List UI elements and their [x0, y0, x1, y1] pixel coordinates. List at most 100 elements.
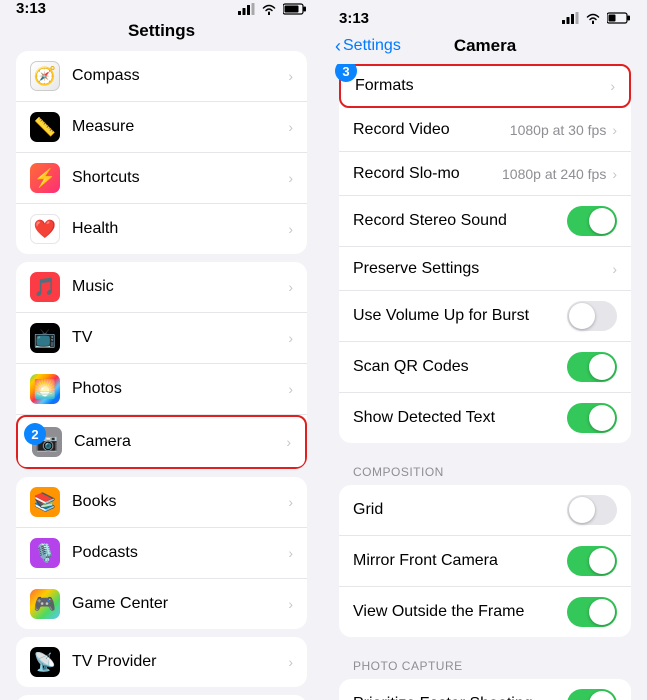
toggle-knob-record-stereo: [589, 208, 615, 234]
toggle-record-stereo[interactable]: [567, 206, 617, 236]
toggle-view-outside[interactable]: [567, 597, 617, 627]
left-item-appstore[interactable]: 🛍️Apple Store›: [16, 695, 307, 700]
toggle-prioritize[interactable]: [567, 689, 617, 700]
compass-label: Compass: [72, 67, 288, 85]
right-label-preserve: Preserve Settings: [353, 260, 612, 278]
toggle-grid[interactable]: [567, 495, 617, 525]
right-label-grid: Grid: [353, 501, 567, 519]
right-item-scan-qr[interactable]: Scan QR Codes: [339, 342, 631, 393]
right-item-prioritize[interactable]: Prioritize Faster Shooting: [339, 679, 631, 700]
podcasts-label: Podcasts: [72, 544, 288, 562]
right-label-prioritize: Prioritize Faster Shooting: [353, 695, 567, 700]
tvprovider-icon: 📡: [30, 647, 60, 677]
left-status-icons: [238, 3, 307, 15]
right-group-0: 3Formats›Record Video1080p at 30 fps›Rec…: [339, 64, 631, 443]
podcasts-chevron-icon: ›: [288, 545, 293, 561]
right-item-record-video[interactable]: Record Video1080p at 30 fps›: [339, 108, 631, 152]
left-item-camera[interactable]: 2📷Camera›: [16, 415, 307, 469]
tvprovider-label: TV Provider: [72, 653, 288, 671]
signal-icon: [238, 3, 255, 15]
right-item-record-slomo[interactable]: Record Slo-mo1080p at 240 fps›: [339, 152, 631, 196]
back-label: Settings: [343, 37, 401, 55]
right-label-volume-burst: Use Volume Up for Burst: [353, 307, 567, 325]
photos-icon: 🌅: [30, 374, 60, 404]
toggle-scan-qr[interactable]: [567, 352, 617, 382]
chevron-preserve-icon: ›: [612, 261, 617, 277]
music-label: Music: [72, 278, 288, 296]
chevron-record-slomo-icon: ›: [612, 166, 617, 182]
toggle-volume-burst[interactable]: [567, 301, 617, 331]
battery-icon-r: [607, 12, 631, 24]
right-nav-title: Camera: [454, 36, 516, 56]
right-panel: 3:13 ‹ Settings Camera: [323, 0, 647, 700]
left-item-shortcuts[interactable]: ⚡ Shortcuts›: [16, 153, 307, 204]
left-item-compass[interactable]: 🧭Compass›: [16, 51, 307, 102]
toggle-knob-volume-burst: [569, 303, 595, 329]
nav-bar: ‹ Settings Camera: [323, 36, 647, 64]
books-icon: 📚: [30, 487, 60, 517]
left-group-2: 📚Books›🎙️Podcasts›🎮Game Center›: [16, 477, 307, 629]
left-groups: 🧭Compass›📏Measure›⚡Shortcuts›❤️Health›🎵M…: [0, 51, 323, 700]
left-status-bar: 3:13: [0, 0, 323, 17]
right-item-view-outside[interactable]: View Outside the Frame: [339, 587, 631, 637]
badge-camera: 2: [24, 423, 46, 445]
right-group-1: Grid Mirror Front Camera View Outside the …: [339, 485, 631, 637]
health-icon: ❤️: [30, 214, 60, 244]
left-time: 3:13: [16, 0, 46, 17]
left-item-gamecenter[interactable]: 🎮Game Center›: [16, 579, 307, 629]
left-item-tv[interactable]: 📺TV›: [16, 313, 307, 364]
chevron-record-video-icon: ›: [612, 122, 617, 138]
health-chevron-icon: ›: [288, 221, 293, 237]
health-label: Health: [72, 220, 288, 238]
toggle-mirror-front[interactable]: [567, 546, 617, 576]
toggle-knob-prioritize: [589, 691, 615, 700]
right-item-show-text[interactable]: Show Detected Text: [339, 393, 631, 443]
value-record-slomo: 1080p at 240 fps: [502, 166, 606, 182]
toggle-show-text[interactable]: [567, 403, 617, 433]
left-item-books[interactable]: 📚Books›: [16, 477, 307, 528]
wifi-icon-r: [585, 12, 601, 24]
right-item-grid[interactable]: Grid: [339, 485, 631, 536]
right-time: 3:13: [339, 10, 369, 27]
left-title: Settings: [0, 17, 323, 51]
tv-icon: 📺: [30, 323, 60, 353]
shortcuts-label: Shortcuts: [72, 169, 288, 187]
section-header-1: COMPOSITION: [339, 451, 631, 485]
photos-chevron-icon: ›: [288, 381, 293, 397]
tv-chevron-icon: ›: [288, 330, 293, 346]
left-item-podcasts[interactable]: 🎙️Podcasts›: [16, 528, 307, 579]
books-label: Books: [72, 493, 288, 511]
right-label-mirror-front: Mirror Front Camera: [353, 552, 567, 570]
right-label-record-stereo: Record Stereo Sound: [353, 212, 567, 230]
right-item-preserve[interactable]: Preserve Settings›: [339, 247, 631, 291]
right-item-record-stereo[interactable]: Record Stereo Sound: [339, 196, 631, 247]
back-button[interactable]: ‹ Settings: [335, 36, 401, 57]
value-record-video: 1080p at 30 fps: [510, 122, 607, 138]
right-group-2: Prioritize Faster ShootingIntelligently …: [339, 679, 631, 700]
signal-icon-r: [562, 12, 579, 24]
right-item-mirror-front[interactable]: Mirror Front Camera: [339, 536, 631, 587]
section-header-2: PHOTO CAPTURE: [339, 645, 631, 679]
left-item-music[interactable]: 🎵Music›: [16, 262, 307, 313]
gamecenter-icon: 🎮: [30, 589, 60, 619]
measure-chevron-icon: ›: [288, 119, 293, 135]
music-icon: 🎵: [30, 272, 60, 302]
left-item-measure[interactable]: 📏Measure›: [16, 102, 307, 153]
shortcuts-chevron-icon: ›: [288, 170, 293, 186]
left-item-health[interactable]: ❤️ Health›: [16, 204, 307, 254]
gamecenter-label: Game Center: [72, 595, 288, 613]
right-label-show-text: Show Detected Text: [353, 409, 567, 427]
left-item-tvprovider[interactable]: 📡TV Provider›: [16, 637, 307, 687]
toggle-knob-scan-qr: [589, 354, 615, 380]
left-item-photos[interactable]: 🌅Photos›: [16, 364, 307, 415]
badge-3: 3: [335, 64, 357, 82]
left-panel: 3:13 Settings 🧭Compass›📏Measure› ⚡ Shortcu…: [0, 0, 323, 700]
left-group-3: 📡TV Provider›: [16, 637, 307, 687]
right-item-formats[interactable]: 3Formats›: [339, 64, 631, 108]
measure-label: Measure: [72, 118, 288, 136]
back-chevron-icon: ‹: [335, 36, 341, 57]
shortcuts-icon: ⚡: [30, 163, 60, 193]
compass-chevron-icon: ›: [288, 68, 293, 84]
right-label-scan-qr: Scan QR Codes: [353, 358, 567, 376]
right-item-volume-burst[interactable]: Use Volume Up for Burst: [339, 291, 631, 342]
